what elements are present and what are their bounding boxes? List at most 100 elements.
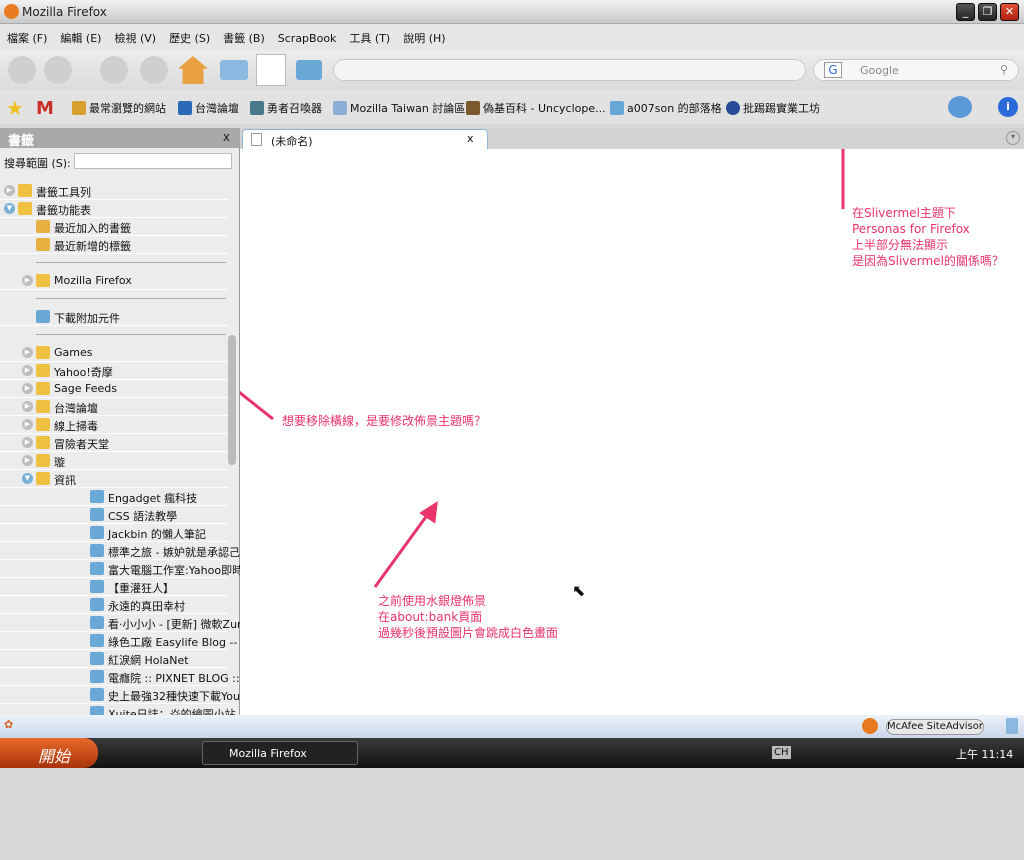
gmail-icon[interactable]: M bbox=[36, 98, 54, 119]
stop-button[interactable] bbox=[140, 56, 168, 84]
bookmark-item[interactable]: a007son 的部落格 bbox=[610, 100, 722, 116]
folder-row[interactable]: ▶ 線上掃毒 bbox=[0, 416, 228, 434]
language-indicator[interactable]: CH bbox=[772, 746, 791, 759]
scrapbook-icon[interactable] bbox=[296, 60, 322, 80]
folder-row[interactable]: ▶ Mozilla Firefox bbox=[0, 272, 228, 290]
sidebar-header: 書籤 x bbox=[0, 128, 240, 149]
bookmark-row[interactable]: Jackbin 的懶人筆記 bbox=[0, 524, 228, 542]
item-label: 最近加入的書籤 bbox=[54, 222, 131, 235]
bookmark-icon bbox=[90, 688, 104, 701]
folder-row[interactable]: ▼ 書籤功能表 bbox=[0, 200, 228, 218]
folder-row[interactable]: ▶ Sage Feeds bbox=[0, 380, 228, 398]
page-content[interactable]: 在Slivermel主題下 Personas for Firefox 上半部分無… bbox=[240, 149, 1024, 715]
item-label: 書籤工具列 bbox=[36, 186, 91, 199]
minimize-button[interactable]: _ bbox=[956, 3, 975, 21]
item-label: CSS 語法教學 bbox=[108, 510, 178, 523]
expand-twisty-icon[interactable]: ▶ bbox=[22, 419, 33, 430]
folder-row[interactable]: ▶ 書籤工具列 bbox=[0, 182, 228, 200]
menu-edit[interactable]: 編輯 (E) bbox=[53, 24, 107, 46]
mcafee-siteadvisor-button[interactable]: McAfee SiteAdvisor bbox=[886, 719, 984, 735]
expand-twisty-icon[interactable]: ▼ bbox=[22, 473, 33, 484]
bookmark-item[interactable]: 偽基百科 - Uncyclope... bbox=[466, 100, 606, 116]
expand-twisty-icon[interactable]: ▶ bbox=[4, 185, 15, 196]
expand-twisty-icon[interactable]: ▶ bbox=[22, 365, 33, 376]
back-button[interactable] bbox=[8, 56, 36, 84]
forward-button[interactable] bbox=[44, 56, 72, 84]
item-label: 線上掃毒 bbox=[54, 420, 98, 433]
folder-row[interactable]: ▶ 冒險者天堂 bbox=[0, 434, 228, 452]
bookmark-item[interactable]: 批踢踢實業工坊 bbox=[726, 100, 820, 116]
start-button[interactable]: 開始 bbox=[0, 738, 98, 768]
bookmark-row[interactable]: Engadget 瘋科技 bbox=[0, 488, 228, 506]
expand-twisty-icon[interactable]: ▶ bbox=[22, 275, 33, 286]
menu-bookmarks[interactable]: 書籤 (B) bbox=[216, 24, 271, 46]
scrollbar-thumb[interactable] bbox=[228, 335, 236, 465]
tab-untitled[interactable]: (未命名) x bbox=[242, 129, 488, 149]
separator bbox=[36, 298, 226, 299]
folder-row[interactable]: 最近新增的標籤 bbox=[0, 236, 228, 254]
folder-row[interactable]: ▶ Yahoo!奇摩 bbox=[0, 362, 228, 380]
url-input[interactable] bbox=[333, 59, 806, 81]
taskbar-item-firefox[interactable]: Mozilla Firefox bbox=[202, 741, 358, 765]
bookmark-row[interactable]: CSS 語法教學 bbox=[0, 506, 228, 524]
star-icon[interactable]: ★ bbox=[6, 96, 24, 120]
home-icon[interactable] bbox=[178, 56, 208, 84]
expand-twisty-icon[interactable]: ▼ bbox=[4, 203, 15, 214]
bookmark-row[interactable]: 【重灌狂人】 bbox=[0, 578, 228, 596]
bookmark-row[interactable]: 永遠的真田幸村 bbox=[0, 596, 228, 614]
firefox-status-icon[interactable] bbox=[862, 718, 878, 734]
bookmark-item[interactable]: 勇者召喚器 bbox=[250, 100, 322, 116]
page-icon bbox=[251, 133, 262, 146]
bookmark-item[interactable]: Mozilla Taiwan 討論區 bbox=[333, 100, 465, 116]
info-icon[interactable]: i bbox=[998, 97, 1018, 117]
bookmark-icon bbox=[90, 616, 104, 629]
search-engine-icon[interactable]: G bbox=[824, 62, 842, 78]
folder-row[interactable]: ▼ 資訊 bbox=[0, 470, 228, 488]
tab-close-button[interactable]: x bbox=[467, 132, 474, 145]
menu-history[interactable]: 歷史 (S) bbox=[162, 24, 216, 46]
magnifier-icon[interactable]: ⚲ bbox=[1000, 63, 1008, 76]
folder-row[interactable]: 最近加入的書籤 bbox=[0, 218, 228, 236]
menu-scrapbook[interactable]: ScrapBook bbox=[271, 26, 343, 45]
bookmark-row[interactable]: 綠色工廠 Easylife Blog -- 輕... bbox=[0, 632, 262, 650]
expand-twisty-icon[interactable]: ▶ bbox=[22, 347, 33, 358]
close-button[interactable]: ✕ bbox=[1000, 3, 1019, 21]
bookmark-row[interactable]: 電癮院 :: PIXNET BLOG :: bbox=[0, 668, 240, 686]
menu-view[interactable]: 檢視 (V) bbox=[107, 24, 162, 46]
bookmarks-icon[interactable] bbox=[256, 54, 286, 86]
expand-twisty-icon[interactable]: ▶ bbox=[22, 383, 33, 394]
menu-help[interactable]: 說明 (H) bbox=[396, 24, 451, 46]
maximize-button[interactable]: ❐ bbox=[978, 3, 997, 21]
folder-icon bbox=[36, 274, 50, 287]
annotation-background: 之前使用水銀燈佈景 在about:bank頁面 過幾秒後預設圖片會跳成白色畫面 bbox=[378, 594, 559, 640]
sidebar-toggle-icon[interactable] bbox=[220, 60, 248, 80]
folder-row[interactable]: ▶ 台灣論壇 bbox=[0, 398, 228, 416]
search-input[interactable]: G Google ⚲ bbox=[813, 59, 1019, 81]
bookmark-row[interactable]: 史上最強32種快速下載YouTu... bbox=[0, 686, 262, 704]
sidebar-search-input[interactable] bbox=[74, 153, 232, 169]
tab-list-button[interactable]: ▾ bbox=[1006, 131, 1020, 145]
menu-tools[interactable]: 工具 (T) bbox=[342, 24, 396, 46]
bookmark-item[interactable]: 最常瀏覽的網站 bbox=[72, 100, 166, 116]
bookmark-item[interactable]: 台灣論壇 bbox=[178, 100, 239, 116]
reload-button[interactable] bbox=[100, 56, 128, 84]
sidebar-status-icon[interactable] bbox=[1006, 718, 1018, 734]
tab-label: (未命名) bbox=[271, 135, 313, 148]
bookmark-row[interactable]: 紅淚網 HolaNet bbox=[0, 650, 228, 668]
item-label: 【重灌狂人】 bbox=[108, 582, 174, 595]
bookmark-row[interactable]: 標準之旅 - 嫉妒就是承認己不... bbox=[0, 542, 261, 560]
menu-file[interactable]: 檔案 (F) bbox=[0, 24, 53, 46]
personas-icon[interactable] bbox=[948, 96, 972, 118]
sidebar-close-button[interactable]: x bbox=[223, 130, 230, 144]
bookmark-row[interactable]: 富大電腦工作室:Yahoo即時... bbox=[0, 560, 254, 578]
sidebar-scrollbar[interactable] bbox=[227, 330, 237, 860]
folder-row[interactable]: ▶ 璇 bbox=[0, 452, 228, 470]
expand-twisty-icon[interactable]: ▶ bbox=[22, 401, 33, 412]
bookmark-row[interactable]: 下載附加元件 bbox=[0, 308, 228, 326]
folder-row[interactable]: ▶ Games bbox=[0, 344, 228, 362]
addon-icon[interactable]: ✿ bbox=[4, 718, 13, 731]
expand-twisty-icon[interactable]: ▶ bbox=[22, 437, 33, 448]
bookmark-row[interactable]: 看‧小小小 - [更新] 微軟Zune... bbox=[0, 614, 261, 632]
folder-icon bbox=[36, 400, 50, 413]
expand-twisty-icon[interactable]: ▶ bbox=[22, 455, 33, 466]
